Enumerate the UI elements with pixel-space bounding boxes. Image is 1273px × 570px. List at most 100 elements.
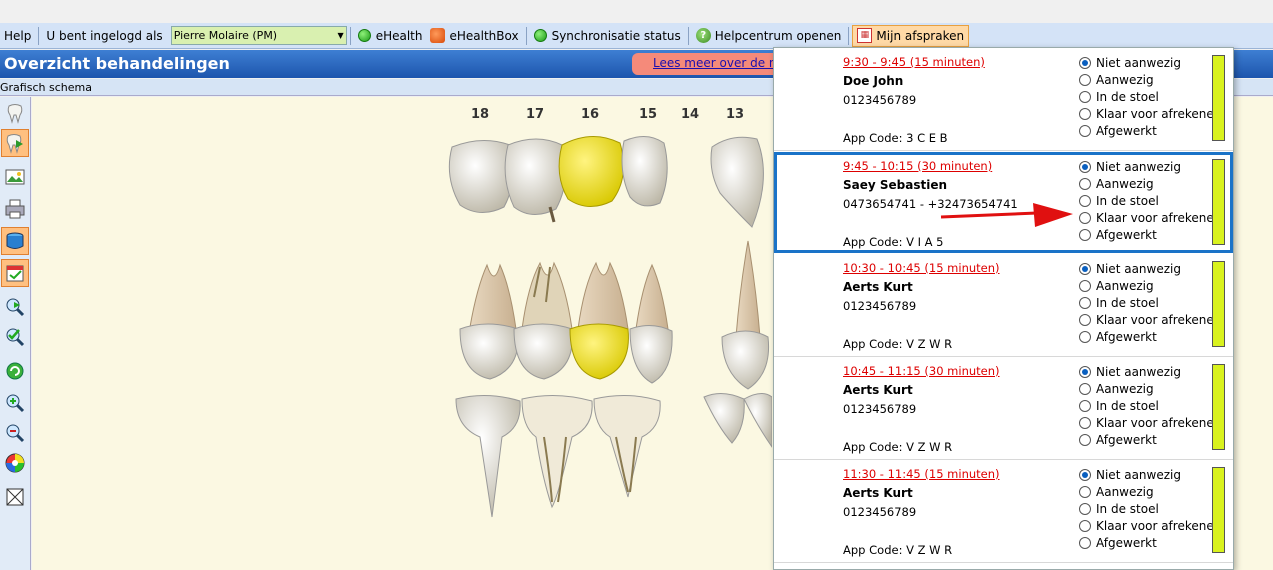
tooth-16-buccal[interactable] [569, 261, 629, 380]
print-button[interactable] [1, 195, 29, 223]
status-radio-afgewerkt[interactable]: Afgewerkt [1079, 431, 1221, 448]
tooth-13-occlusal[interactable] [710, 136, 764, 228]
zoom-in-button[interactable] [1, 389, 29, 417]
database-button[interactable] [1, 227, 29, 255]
tooth-17-occlusal[interactable] [504, 138, 567, 223]
status-radio-klaar-voor-afrekenen[interactable]: Klaar voor afrekenen [1079, 517, 1221, 534]
status-radio-in-de-stoel[interactable]: In de stoel [1079, 88, 1221, 105]
user-select[interactable]: Pierre Molaire (PM) ▼ [170, 26, 347, 45]
appointment-item[interactable]: 10:45 - 11:15 (30 minuten) Aerts Kurt 01… [774, 357, 1233, 460]
radio-label: Niet aanwezig [1096, 364, 1181, 379]
appointment-item[interactable]: 10:30 - 10:45 (15 minuten) Aerts Kurt 01… [774, 254, 1233, 357]
radio-circle [1079, 73, 1091, 86]
status-color-bar [1212, 159, 1225, 245]
image-button[interactable] [1, 163, 29, 191]
status-radio-klaar-voor-afrekenen[interactable]: Klaar voor afrekenen [1079, 105, 1221, 122]
tooth-18-buccal[interactable] [459, 263, 519, 380]
status-radio-niet-aanwezig[interactable]: Niet aanwezig [1079, 466, 1221, 483]
status-radio-klaar-voor-afrekenen[interactable]: Klaar voor afrekenen [1079, 414, 1221, 431]
color-button[interactable] [1, 449, 29, 477]
appointment-item[interactable]: 9:30 - 9:45 (15 minuten) Doe John 012345… [774, 48, 1233, 151]
status-radio-niet-aanwezig[interactable]: Niet aanwezig [1079, 54, 1221, 71]
fit-view-icon [6, 488, 24, 506]
help-menu[interactable]: Help [0, 25, 35, 47]
tooth-17-buccal[interactable] [513, 261, 573, 380]
tooth-16-lingual[interactable] [593, 394, 661, 498]
tooth-15-buccal[interactable] [629, 263, 673, 384]
status-radio-afgewerkt[interactable]: Afgewerkt [1079, 226, 1221, 243]
radio-label: Klaar voor afrekenen [1096, 106, 1222, 121]
tooth-play-button[interactable] [1, 129, 29, 157]
radio-label: Klaar voor afrekenen [1096, 518, 1222, 533]
calendar-check-button[interactable] [1, 259, 29, 287]
status-radio-niet-aanwezig[interactable]: Niet aanwezig [1079, 260, 1221, 277]
radio-circle [1079, 194, 1091, 207]
appointment-item[interactable]: 11:30 - 11:45 (15 minuten) Aerts Kurt 01… [774, 460, 1233, 563]
tooth-17-lingual[interactable] [521, 394, 593, 509]
status-radio-in-de-stoel[interactable]: In de stoel [1079, 192, 1221, 209]
status-radio-niet-aanwezig[interactable]: Niet aanwezig [1079, 158, 1221, 175]
radio-circle [1079, 502, 1091, 515]
database-icon [6, 232, 24, 249]
status-radio-in-de-stoel[interactable]: In de stoel [1079, 397, 1221, 414]
radio-circle [1079, 228, 1091, 241]
appointment-time-link[interactable]: 10:30 - 10:45 (15 minuten) [843, 261, 1000, 275]
app-code: App Code: V Z W R [843, 337, 953, 351]
toolbar-separator [525, 26, 527, 45]
patient-name: Aerts Kurt [843, 383, 913, 397]
status-color-bar [1212, 55, 1225, 141]
tooth-16-occlusal[interactable] [558, 136, 625, 207]
radio-label: Niet aanwezig [1096, 261, 1181, 276]
status-radio-aanwezig[interactable]: Aanwezig [1079, 71, 1221, 88]
tool-sidebar [0, 97, 31, 570]
radio-circle [1079, 296, 1091, 309]
sync-status-button[interactable]: Synchronisatie status [530, 25, 685, 47]
status-radio-klaar-voor-afrekenen[interactable]: Klaar voor afrekenen [1079, 209, 1221, 226]
my-appointments-button[interactable]: ▦ Mijn afspraken [852, 24, 970, 47]
page-title: Overzicht behandelingen [4, 54, 230, 73]
radio-label: Klaar voor afrekenen [1096, 210, 1222, 225]
info-banner-link[interactable]: Lees meer over de n [653, 56, 777, 70]
search-arrow-button[interactable] [1, 293, 29, 321]
appointment-time-link[interactable]: 9:45 - 10:15 (30 minuten) [843, 159, 992, 173]
tooth-18-occlusal[interactable] [448, 140, 515, 213]
status-radio-in-de-stoel[interactable]: In de stoel [1079, 500, 1221, 517]
search-check-button[interactable] [1, 323, 29, 351]
fit-view-button[interactable] [1, 483, 29, 511]
status-radio-aanwezig[interactable]: Aanwezig [1079, 175, 1221, 192]
help-label: Help [4, 28, 32, 43]
status-radio-afgewerkt[interactable]: Afgewerkt [1079, 122, 1221, 139]
status-radio-klaar-voor-afrekenen[interactable]: Klaar voor afrekenen [1079, 311, 1221, 328]
ehealth-button[interactable]: eHealth [354, 25, 427, 47]
status-radio-aanwezig[interactable]: Aanwezig [1079, 483, 1221, 500]
tooth-15-occlusal[interactable] [621, 136, 668, 207]
ehealth-label: eHealth [375, 28, 423, 43]
status-radio-afgewerkt[interactable]: Afgewerkt [1079, 328, 1221, 345]
radio-label: Klaar voor afrekenen [1096, 415, 1222, 430]
radio-label: Aanwezig [1096, 381, 1154, 396]
tooth-18-lingual[interactable] [455, 394, 521, 518]
appointment-time-link[interactable]: 10:45 - 11:15 (30 minuten) [843, 364, 1000, 378]
sync-status-label: Synchronisatie status [551, 28, 681, 43]
status-radio-niet-aanwezig[interactable]: Niet aanwezig [1079, 363, 1221, 380]
calendar-check-icon [6, 265, 24, 282]
status-radio-aanwezig[interactable]: Aanwezig [1079, 277, 1221, 294]
ehealthbox-icon [430, 28, 446, 43]
status-radio-aanwezig[interactable]: Aanwezig [1079, 380, 1221, 397]
tooth-tool-button[interactable] [1, 99, 29, 127]
appointment-time-link[interactable]: 9:30 - 9:45 (15 minuten) [843, 55, 985, 69]
tooth-13-buccal[interactable] [721, 240, 770, 390]
calendar-icon: ▦ [857, 28, 873, 43]
radio-circle [1079, 330, 1091, 343]
appointment-item-selected[interactable]: 9:45 - 10:15 (30 minuten) Saey Sebastien… [774, 152, 1233, 253]
radio-label: Niet aanwezig [1096, 159, 1181, 174]
ehealthbox-button[interactable]: eHealthBox [426, 25, 522, 47]
status-radio-afgewerkt[interactable]: Afgewerkt [1079, 534, 1221, 551]
refresh-button[interactable] [1, 357, 29, 385]
status-radio-in-de-stoel[interactable]: In de stoel [1079, 294, 1221, 311]
tooth-13-lingual[interactable] [703, 393, 772, 448]
radio-circle [1079, 433, 1091, 446]
helpcenter-button[interactable]: ? Helpcentrum openen [692, 25, 846, 47]
appointment-time-link[interactable]: 11:30 - 11:45 (15 minuten) [843, 467, 1000, 481]
zoom-out-button[interactable] [1, 419, 29, 447]
